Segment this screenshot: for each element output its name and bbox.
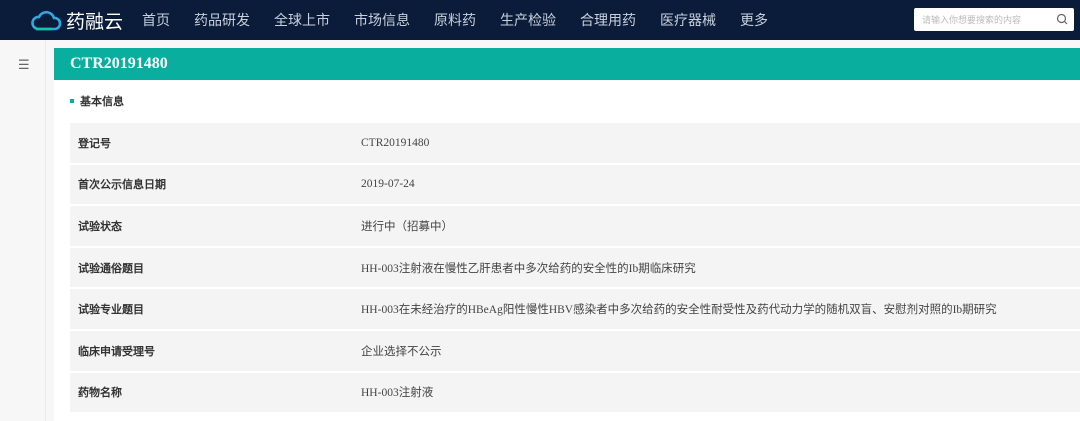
nav-item-drug-rd[interactable]: 药品研发 (194, 10, 250, 30)
cloud-logo-icon (31, 10, 62, 30)
nav-item-api[interactable]: 原料药 (434, 10, 476, 30)
nav-item-home[interactable]: 首页 (142, 10, 170, 30)
row-label: 试验通俗题目 (78, 261, 144, 275)
row-value: 2019-07-24 (361, 178, 415, 191)
nav-item-more[interactable]: 更多 (740, 10, 768, 30)
table-row: 登记号 CTR20191480 (70, 123, 1080, 165)
row-label: 药物名称 (78, 386, 122, 400)
table-row: 试验专业题目 HH-003在未经治疗的HBeAg阳性慢性HBV感染者中多次给药的安… (70, 289, 1080, 331)
row-value: CTR20191480 (361, 136, 430, 149)
row-label: 登记号 (78, 136, 111, 150)
section-marker-icon (70, 99, 74, 103)
top-nav: 药融云 首页 药品研发 全球上市 市场信息 原料药 生产检验 合理用药 医疗器械… (0, 0, 1080, 40)
info-table: 登记号 CTR20191480 首次公示信息日期 2019-07-24 试验状态 进行… (70, 123, 1080, 415)
row-value: 进行中（招募中） (361, 220, 453, 233)
sidebar (0, 40, 46, 421)
table-row: 试验状态 进行中（招募中） (70, 206, 1080, 248)
row-label: 临床申请受理号 (78, 344, 155, 358)
nav-item-production[interactable]: 生产检验 (500, 10, 556, 30)
logo[interactable]: 药融云 (30, 7, 123, 34)
table-row: 首次公示信息日期 2019-07-24 (70, 164, 1080, 207)
main-menu: 首页 药品研发 全球上市 市场信息 原料药 生产检验 合理用药 医疗器械 更多 (142, 0, 792, 40)
search-box (914, 8, 1074, 31)
table-row: 试验通俗题目 HH-003注射液在慢性乙肝患者中多次给药的安全性的Ib期临床研究 (70, 247, 1080, 290)
table-row: 药物名称 HH-003注射液 (70, 372, 1080, 415)
row-value: HH-003在未经治疗的HBeAg阳性慢性HBV感染者中多次给药的安全性耐受性及… (361, 304, 997, 317)
logo-text: 药融云 (66, 11, 124, 33)
nav-item-devices[interactable]: 医疗器械 (660, 10, 716, 30)
row-value: HH-003注射液在慢性乙肝患者中多次给药的安全性的Ib期临床研究 (361, 262, 696, 275)
nav-item-market-info[interactable]: 市场信息 (354, 10, 410, 30)
nav-item-global-market[interactable]: 全球上市 (274, 10, 330, 30)
row-label: 试验状态 (78, 219, 122, 233)
search-input[interactable] (922, 14, 1050, 25)
page-title: CTR20191480 (54, 48, 1080, 80)
section-title: 基本信息 (70, 93, 124, 109)
menu-toggle-icon[interactable]: ☰ (18, 58, 30, 73)
row-value: 企业选择不公示 (361, 345, 442, 358)
table-row: 临床申请受理号 企业选择不公示 (70, 330, 1080, 373)
row-value: HH-003注射液 (361, 387, 434, 400)
section-title-text: 基本信息 (80, 95, 124, 108)
search-icon[interactable] (1056, 13, 1068, 25)
detail-panel: CTR20191480 基本信息 登记号 CTR20191480 首次公示信息日期… (54, 48, 1080, 421)
row-label: 首次公示信息日期 (78, 178, 166, 192)
row-label: 试验专业题目 (78, 303, 144, 317)
nav-item-rational-use[interactable]: 合理用药 (580, 10, 636, 30)
